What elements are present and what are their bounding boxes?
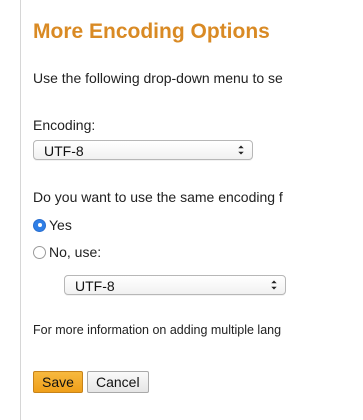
- select-arrows-icon: [238, 145, 244, 155]
- select-arrows-icon: [271, 280, 277, 290]
- same-encoding-question: Do you want to use the same encoding f: [33, 189, 283, 205]
- radio-yes-row[interactable]: Yes: [33, 217, 72, 233]
- radio-yes-label: Yes: [49, 217, 72, 233]
- radio-yes[interactable]: [33, 218, 46, 232]
- encoding-options-panel: More Encoding Options Use the following …: [20, 0, 363, 420]
- footnote-text: For more information on adding multiple …: [33, 323, 282, 337]
- radio-no-row[interactable]: No, use:: [33, 244, 101, 260]
- dialog-title: More Encoding Options: [33, 20, 270, 43]
- encoding-label: Encoding:: [33, 117, 96, 133]
- radio-no[interactable]: [33, 245, 46, 259]
- alt-encoding-select[interactable]: UTF-8: [64, 275, 286, 295]
- cancel-button[interactable]: Cancel: [87, 371, 149, 393]
- encoding-select[interactable]: UTF-8: [33, 140, 253, 160]
- alt-encoding-select-value: UTF-8: [75, 278, 115, 294]
- radio-no-label: No, use:: [49, 244, 102, 260]
- encoding-select-value: UTF-8: [44, 143, 84, 159]
- intro-text: Use the following drop-down menu to se: [33, 70, 283, 86]
- save-button[interactable]: Save: [33, 371, 83, 393]
